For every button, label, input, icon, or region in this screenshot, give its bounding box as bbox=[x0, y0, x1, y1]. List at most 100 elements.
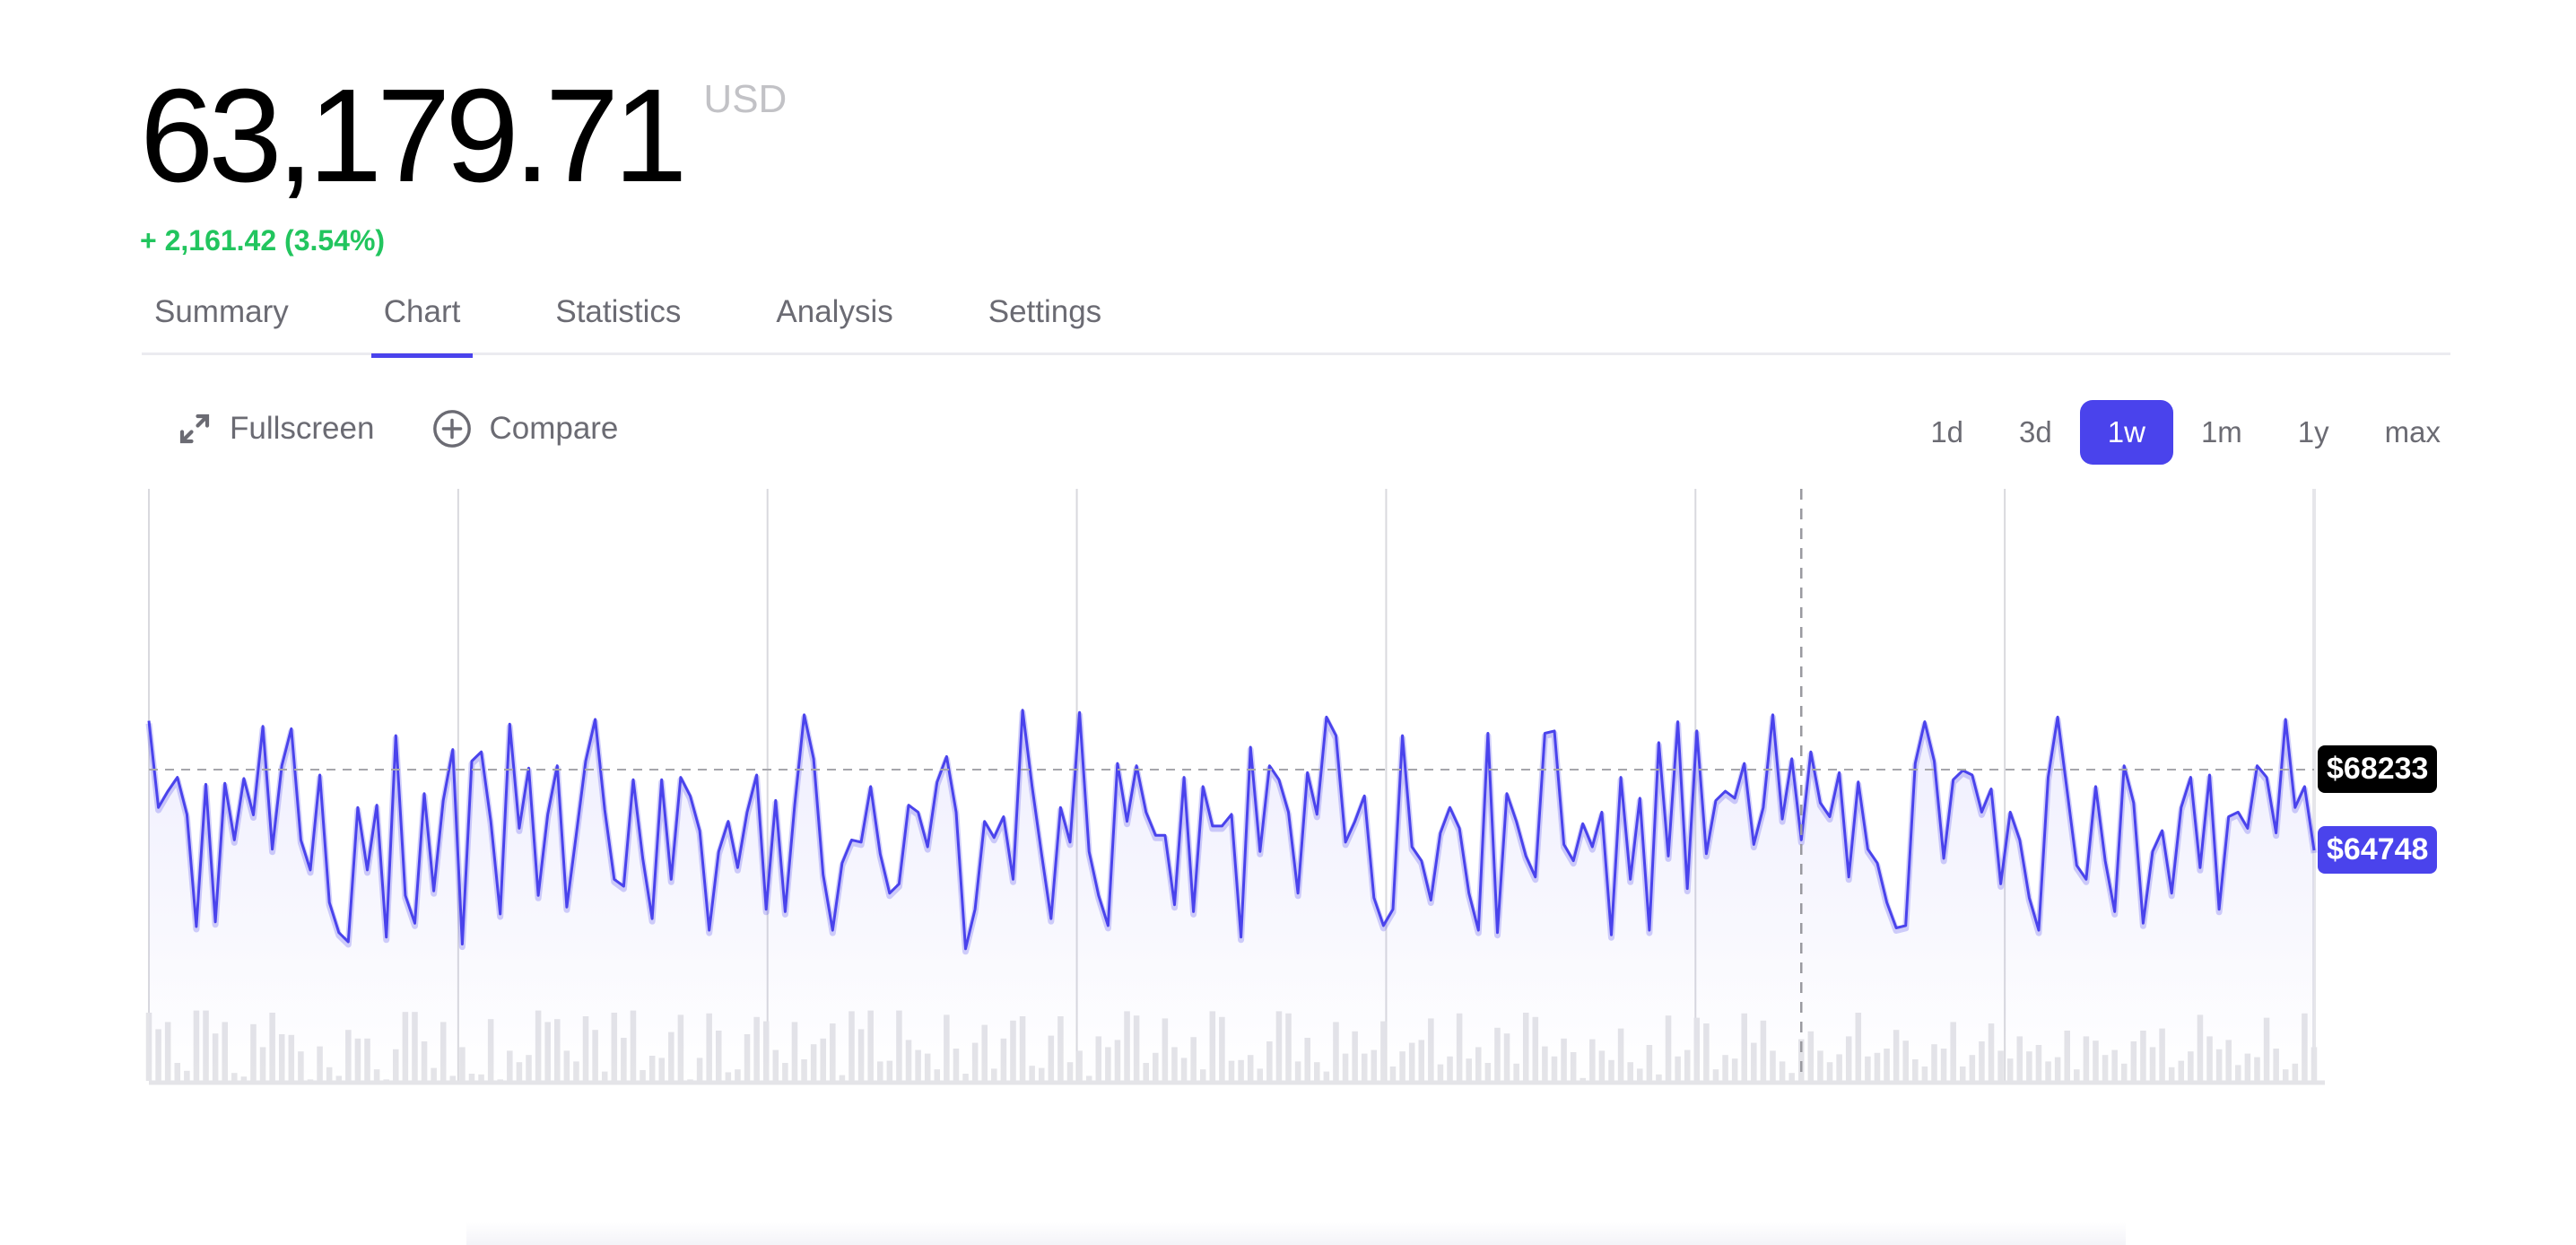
price-point bbox=[1437, 830, 1444, 837]
price-point bbox=[1665, 852, 1672, 859]
price-point bbox=[183, 811, 190, 818]
price-point bbox=[1551, 727, 1558, 735]
price-point bbox=[497, 910, 504, 918]
price-point bbox=[1332, 732, 1339, 739]
price-point bbox=[1864, 846, 1871, 853]
price-point bbox=[630, 776, 637, 783]
price-point bbox=[307, 866, 314, 874]
price-point bbox=[1029, 783, 1036, 790]
price-point bbox=[1190, 908, 1197, 915]
price-point bbox=[753, 771, 761, 779]
bottom-fade bbox=[466, 1222, 2126, 1245]
price-point bbox=[1702, 850, 1710, 858]
price-point bbox=[648, 915, 656, 922]
price-point bbox=[2301, 783, 2308, 790]
price-point bbox=[2234, 808, 2241, 815]
price-point bbox=[1561, 841, 1568, 849]
price-point bbox=[278, 762, 285, 770]
price-point bbox=[2197, 864, 2204, 871]
price-point bbox=[592, 716, 599, 723]
price-point bbox=[1940, 855, 1947, 862]
price-point bbox=[1503, 790, 1510, 797]
price-point bbox=[2215, 906, 2223, 913]
price-point bbox=[1342, 839, 1349, 846]
price-point bbox=[781, 908, 788, 915]
price-point bbox=[288, 725, 295, 732]
price-point bbox=[449, 746, 457, 753]
price-point bbox=[2006, 808, 2014, 815]
price-point bbox=[174, 774, 181, 781]
price-point bbox=[820, 871, 827, 878]
price-point bbox=[2139, 919, 2146, 927]
price-point bbox=[696, 827, 703, 834]
price-point bbox=[2263, 774, 2270, 781]
price-point bbox=[431, 887, 438, 894]
price-chart[interactable] bbox=[0, 0, 2576, 1245]
price-point bbox=[2244, 824, 2251, 831]
price-point bbox=[2253, 762, 2260, 770]
price-point bbox=[1247, 744, 1254, 751]
price-point bbox=[1978, 808, 1985, 815]
price-point bbox=[924, 843, 931, 850]
price-point bbox=[231, 836, 238, 843]
price-point bbox=[1228, 811, 1235, 818]
price-point bbox=[212, 919, 219, 926]
price-point bbox=[1152, 831, 1159, 839]
price-point bbox=[1522, 852, 1529, 859]
price-point bbox=[1950, 776, 1957, 783]
price-point bbox=[620, 883, 627, 890]
price-point bbox=[1532, 874, 1539, 881]
price-point bbox=[1902, 922, 1910, 929]
price-point bbox=[1655, 739, 1662, 746]
price-point bbox=[572, 831, 579, 839]
price-point bbox=[1209, 823, 1216, 830]
price-point bbox=[667, 875, 674, 883]
price-point bbox=[848, 836, 855, 843]
price-point bbox=[2225, 814, 2232, 821]
price-point bbox=[611, 875, 618, 883]
price-point bbox=[1104, 922, 1111, 929]
price-point bbox=[335, 929, 343, 936]
price-point bbox=[601, 806, 608, 814]
price-point bbox=[563, 903, 570, 910]
price-point bbox=[1588, 843, 1596, 850]
price-point bbox=[934, 779, 941, 786]
price-point bbox=[1750, 841, 1757, 849]
price-point bbox=[1760, 804, 1767, 811]
price-point bbox=[297, 836, 304, 843]
price-point bbox=[240, 775, 248, 782]
price-point bbox=[1874, 859, 1881, 866]
price-point bbox=[762, 906, 770, 913]
price-point bbox=[687, 792, 694, 799]
price-point bbox=[506, 720, 513, 727]
price-point bbox=[526, 764, 533, 771]
price-point bbox=[1684, 885, 1691, 892]
price-point bbox=[478, 748, 485, 755]
price-point bbox=[1675, 718, 1682, 726]
price-point bbox=[269, 846, 276, 853]
price-point bbox=[658, 776, 666, 783]
price-point bbox=[1712, 797, 1719, 804]
price-point bbox=[706, 927, 713, 934]
price-point bbox=[516, 824, 523, 831]
price-point bbox=[1484, 730, 1492, 737]
price-point bbox=[1048, 915, 1055, 922]
price-point bbox=[344, 938, 352, 945]
price-point bbox=[1731, 795, 1738, 802]
price-point bbox=[373, 802, 380, 809]
price-point bbox=[1095, 892, 1102, 899]
price-point bbox=[1911, 760, 1919, 767]
price-point bbox=[1171, 901, 1178, 909]
price-point bbox=[1921, 718, 1928, 726]
price-point bbox=[2120, 762, 2128, 770]
price-point bbox=[1816, 799, 1823, 806]
price-point bbox=[876, 850, 883, 858]
price-point bbox=[1114, 760, 1121, 767]
chart-container: $68233 $64748 bbox=[0, 0, 2576, 1245]
price-point bbox=[1304, 769, 1311, 776]
price-point bbox=[1057, 804, 1064, 811]
price-point bbox=[2064, 788, 2071, 795]
price-point bbox=[1019, 707, 1026, 714]
price-point bbox=[2130, 799, 2137, 806]
price-point bbox=[1617, 774, 1624, 781]
